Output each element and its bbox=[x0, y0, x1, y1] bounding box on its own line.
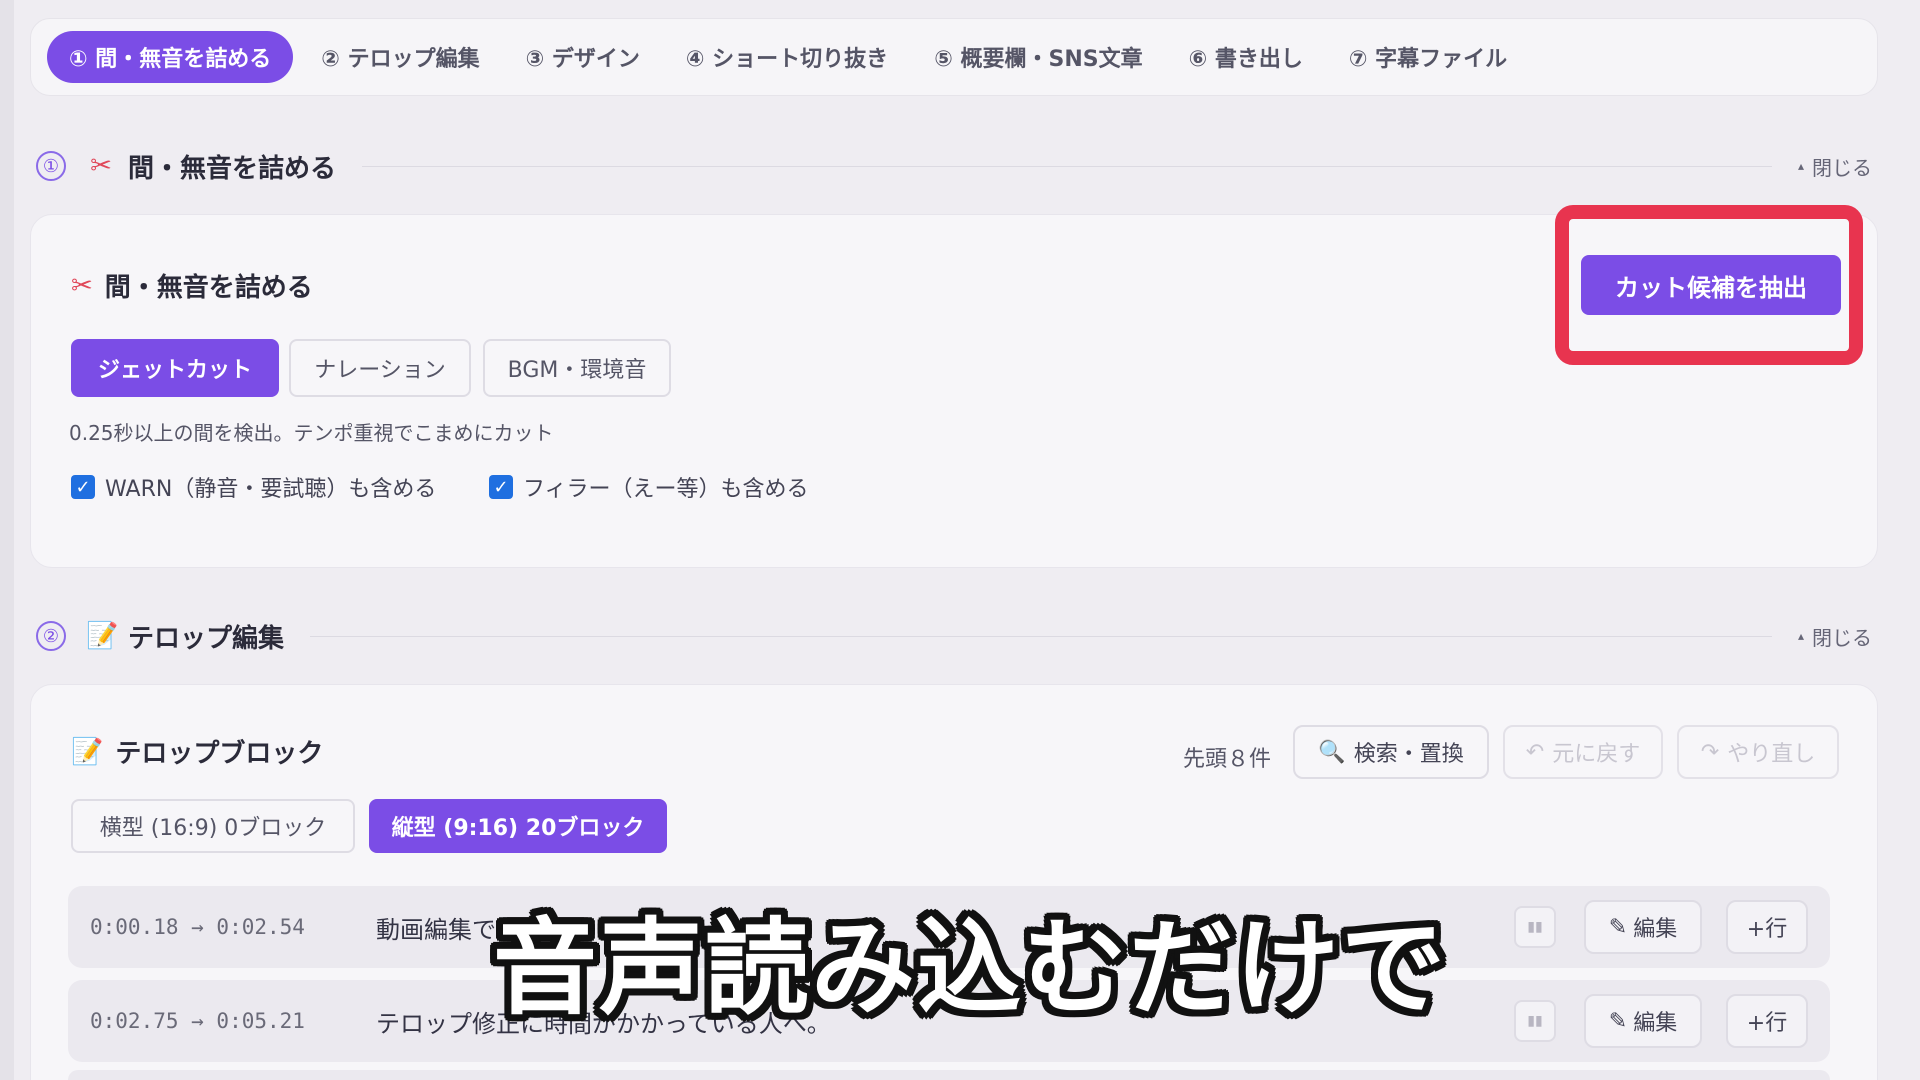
edit-label: 編集 bbox=[1633, 1011, 1678, 1036]
checkbox-checked-icon[interactable]: ✓ bbox=[71, 475, 95, 499]
memo-icon: 📝 bbox=[71, 736, 104, 767]
memo-icon: 📝 bbox=[86, 621, 119, 651]
tab-description-sns[interactable]: ⑤ 概要欄・SNS文章 bbox=[916, 31, 1160, 83]
silence-cut-card: ✂ 間・無音を詰める カット候補を抽出 ジェットカット ナレーション BGM・環… bbox=[30, 214, 1878, 568]
orientation-tab-vertical[interactable]: 縦型 (9:16) 20ブロック bbox=[369, 799, 667, 853]
edit-label: 編集 bbox=[1633, 917, 1678, 942]
search-replace-button[interactable]: 🔍 検索・置換 bbox=[1293, 725, 1489, 779]
tab-subtitle-file[interactable]: ⑦ 字幕ファイル bbox=[1331, 31, 1525, 83]
edit-button[interactable]: ✎ 編集 bbox=[1584, 900, 1702, 954]
mode-bgm[interactable]: BGM・環境音 bbox=[483, 339, 671, 397]
add-row-button[interactable]: +行 bbox=[1726, 900, 1808, 954]
pencil-icon: ✎ bbox=[1608, 914, 1628, 940]
card-title: 📝 テロップブロック bbox=[71, 733, 323, 770]
row-timecode: 0:02.75 → 0:05.21 bbox=[90, 1009, 305, 1033]
warn-checkbox-label: WARN（静音・要試聴）も含める bbox=[105, 477, 437, 502]
tab-export[interactable]: ⑥ 書き出し bbox=[1171, 31, 1321, 83]
redo-icon: ↷ bbox=[1700, 739, 1720, 765]
section-title: 間・無音を詰める bbox=[128, 153, 337, 184]
collapse-label: 閉じる bbox=[1812, 625, 1872, 650]
card-title-text: テロップブロック bbox=[115, 739, 324, 769]
section-divider bbox=[362, 165, 1772, 167]
step-tabbar: ① 間・無音を詰める ② テロップ編集 ③ デザイン ④ ショート切り抜き ⑤ … bbox=[30, 18, 1878, 96]
pencil-icon: ✎ bbox=[1608, 1008, 1628, 1034]
collapse-button[interactable]: ▴ 閉じる bbox=[1798, 622, 1872, 651]
collapse-button[interactable]: ▴ 閉じる bbox=[1798, 152, 1872, 181]
block-count-text: 先頭８件 bbox=[1183, 747, 1272, 772]
filler-checkbox-label: フィラー（えー等）も含める bbox=[523, 477, 809, 502]
add-row-button[interactable]: +行 bbox=[1726, 994, 1808, 1048]
redo-button[interactable]: ↷ やり直し bbox=[1677, 725, 1839, 779]
search-replace-label: 検索・置換 bbox=[1353, 742, 1464, 767]
card-title-text: 間・無音を詰める bbox=[104, 273, 313, 303]
section-number: ① bbox=[36, 151, 66, 181]
redo-label: やり直し bbox=[1727, 742, 1816, 767]
collapse-label: 閉じる bbox=[1812, 155, 1872, 180]
card-title: ✂ 間・無音を詰める bbox=[71, 267, 313, 304]
section-header-silence[interactable]: ① ✂ 間・無音を詰める ▴ 閉じる bbox=[30, 144, 1878, 188]
section-header-telop[interactable]: ② 📝 テロップ編集 ▴ 閉じる bbox=[30, 614, 1878, 658]
extract-cut-candidates-button[interactable]: カット候補を抽出 bbox=[1581, 255, 1841, 315]
warn-checkbox-row[interactable]: ✓ WARN（静音・要試聴）も含める bbox=[71, 471, 436, 503]
pause-icon[interactable]: ▮▮ bbox=[1514, 1000, 1556, 1042]
tab-telop-edit[interactable]: ② テロップ編集 bbox=[303, 31, 497, 83]
orientation-tab-horizontal[interactable]: 横型 (16:9) 0ブロック bbox=[71, 799, 355, 853]
row-timecode: 0:00.18 → 0:02.54 bbox=[90, 915, 305, 939]
mode-narration[interactable]: ナレーション bbox=[289, 339, 471, 397]
caret-up-icon: ▴ bbox=[1797, 629, 1804, 643]
mode-jetcut[interactable]: ジェットカット bbox=[71, 339, 279, 397]
section-divider bbox=[310, 635, 1772, 637]
undo-button[interactable]: ↶ 元に戻す bbox=[1503, 725, 1663, 779]
table-row-partial bbox=[68, 1070, 1830, 1080]
filler-checkbox-row[interactable]: ✓ フィラー（えー等）も含める bbox=[489, 471, 809, 503]
edit-button[interactable]: ✎ 編集 bbox=[1584, 994, 1702, 1048]
search-icon: 🔍 bbox=[1318, 739, 1346, 765]
checkbox-checked-icon[interactable]: ✓ bbox=[489, 475, 513, 499]
tab-design[interactable]: ③ デザイン bbox=[508, 31, 658, 83]
scissors-icon: ✂ bbox=[90, 151, 112, 181]
undo-label: 元に戻す bbox=[1552, 742, 1641, 767]
section-number: ② bbox=[36, 621, 66, 651]
mode-description: 0.25秒以上の間を検出。テンポ重視でこまめにカット bbox=[69, 421, 554, 445]
scissors-icon: ✂ bbox=[71, 270, 93, 301]
caret-up-icon: ▴ bbox=[1797, 159, 1804, 173]
undo-icon: ↶ bbox=[1525, 739, 1545, 765]
tab-silence-cut[interactable]: ① 間・無音を詰める bbox=[47, 31, 294, 83]
left-rail bbox=[0, 0, 14, 1080]
video-caption: 音声読み込むだけで bbox=[493, 906, 1448, 1029]
pause-icon[interactable]: ▮▮ bbox=[1514, 906, 1556, 948]
tab-short-clip[interactable]: ④ ショート切り抜き bbox=[668, 31, 906, 83]
section-title: テロップ編集 bbox=[128, 623, 285, 654]
